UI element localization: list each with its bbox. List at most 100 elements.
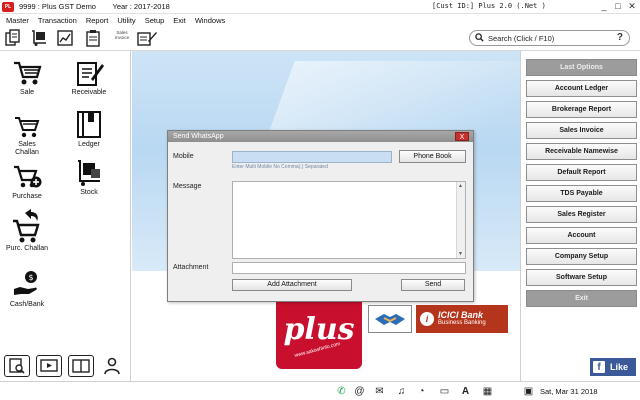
shortcut-ledger-label: Ledger [78,141,100,148]
icici-title: ICICI Bank [438,310,484,320]
search-doc-icon[interactable] [4,355,30,377]
menu-bar: Master Transaction Report Utility Setup … [0,14,640,26]
svg-text:$: $ [28,273,33,282]
maximize-button[interactable]: □ [612,1,624,12]
shortcut-cash-bank[interactable]: $ Cash/Bank [0,267,54,309]
shortcut-purchase-challan-label: Purc. Challan [5,245,49,252]
shortcut-purchase-challan[interactable]: Purc. Challan [0,209,54,253]
copy-documents-icon[interactable] [4,29,22,47]
attachment-label: Attachment [173,264,209,271]
status-bar: ✆ @ ✉ ♫ ◔ ▭ A ▦ ▣ Sat, Mar 31 2018 [0,381,640,400]
shortcut-ledger[interactable]: Ledger [62,107,116,149]
search-placeholder: Search (Click / F10) [488,33,555,43]
stock-icon [62,155,116,187]
icici-subtitle: Business Banking [438,320,486,326]
handshake-icon [368,305,412,333]
bell-icon[interactable]: ♫ [395,385,408,398]
customer-id-label: [Cust ID:] Plus 2.0 (.Net ) [432,2,546,10]
bottom-quick-icons [4,355,126,377]
menu-transaction[interactable]: Transaction [38,16,77,25]
mobile-input[interactable] [232,151,392,163]
default-report-button[interactable]: Default Report [526,164,637,181]
shortcut-stock-label: Stock [80,189,98,196]
book-icon[interactable] [68,355,94,377]
software-setup-button[interactable]: Software Setup [526,269,637,286]
left-shortcut-panel: Sale Receivable Sales Challan Ledger Pur… [0,51,131,381]
shipping-icon[interactable] [30,29,48,47]
shortcut-stock[interactable]: Stock [62,155,116,197]
clipboard-icon[interactable] [84,29,102,47]
plus-logo-text: plus [283,311,355,347]
message-scrollbar[interactable]: ▲ ▼ [456,182,465,258]
cash-bank-icon: $ [0,267,54,299]
icici-bank-banner: i ICICI Bank Business Banking [416,305,508,333]
purchase-cart-icon [0,159,54,191]
search-icon [475,32,484,44]
video-icon[interactable] [36,355,62,377]
sales-register-button[interactable]: Sales Register [526,206,637,223]
exit-button[interactable]: Exit [526,290,637,307]
menu-master[interactable]: Master [6,16,29,25]
shortcut-sale[interactable]: Sale [0,55,54,97]
calendar-icon: ▣ [523,386,534,397]
chart-report-icon[interactable] [56,29,74,47]
sales-challan-icon [0,107,54,139]
shortcut-sales-challan[interactable]: Sales Challan [0,107,54,157]
scroll-down-icon[interactable]: ▼ [458,251,463,257]
facebook-like-button[interactable]: f Like [590,358,636,376]
shortcut-purchase[interactable]: Purchase [0,159,54,201]
dialog-close-button[interactable]: X [455,132,469,141]
account-ledger-button[interactable]: Account Ledger [526,80,637,97]
tds-payable-button[interactable]: TDS Payable [526,185,637,202]
help-question-icon[interactable]: ? [617,32,623,43]
whatsapp-icon[interactable]: ✆ [335,385,348,398]
search-box[interactable]: Search (Click / F10) ? [469,30,630,46]
right-quick-reports-panel: Last Options Account Ledger Brokerage Re… [520,51,640,381]
close-window-button[interactable]: ✕ [626,1,638,12]
at-icon[interactable]: @ [353,385,366,398]
menu-report[interactable]: Report [86,16,109,25]
shortcut-receivable-label: Receivable [71,89,107,96]
company-setup-button[interactable]: Company Setup [526,248,637,265]
minimize-button[interactable]: _ [598,1,610,12]
menu-exit[interactable]: Exit [173,16,186,25]
menu-utility[interactable]: Utility [117,16,135,25]
cart-icon [0,55,54,87]
menu-windows[interactable]: Windows [195,16,225,25]
last-options-button[interactable]: Last Options [526,59,637,76]
facebook-icon: f [593,361,605,373]
receivable-notepad-icon [62,55,116,87]
phone-book-button[interactable]: Phone Book [399,150,466,163]
message-label: Message [173,183,202,190]
message-textarea[interactable]: ▲ ▼ [232,181,466,259]
gauge-icon[interactable]: ◔ [415,385,428,398]
title-bar: PL 9999 : Plus GST Demo Year : 2017-2018… [0,0,640,14]
status-date: Sat, Mar 31 2018 [540,387,598,396]
sales-invoice-button[interactable]: Sales Invoice [526,122,637,139]
grid-icon[interactable]: ▦ [481,385,494,398]
facebook-like-label: Like [610,362,629,372]
shortcut-receivable[interactable]: Receivable [62,55,116,97]
brokerage-report-button[interactable]: Brokerage Report [526,101,637,118]
shortcut-sale-label: Sale [19,89,34,96]
add-attachment-button[interactable]: Add Attachment [232,279,352,291]
receivable-namewise-button[interactable]: Receivable Namewise [526,143,637,160]
attachment-input[interactable] [232,262,466,274]
edit-document-icon[interactable] [136,29,158,47]
shortcut-purchase-label: Purchase [12,193,42,200]
text-a-icon[interactable]: A [459,385,472,398]
scroll-up-icon[interactable]: ▲ [458,183,463,189]
account-button[interactable]: Account [526,227,637,244]
chat-icon[interactable]: ▭ [438,385,451,398]
user-icon[interactable] [100,355,126,377]
dialog-title: Send WhatsApp [173,133,224,140]
sales-invoice-toolbar-label[interactable]: Sales Invoice [111,30,133,40]
mobile-label: Mobile [173,153,194,160]
menu-setup[interactable]: Setup [145,16,165,25]
send-whatsapp-dialog: Send WhatsApp X Mobile Enter Multi Mobil… [167,130,474,302]
shortcut-cash-bank-label: Cash/Bank [9,301,45,308]
icici-logo-icon: i [420,312,434,326]
send-button[interactable]: Send [401,279,465,291]
window-title: 9999 : Plus GST Demo Year : 2017-2018 [19,2,170,11]
mail-icon[interactable]: ✉ [373,385,386,398]
